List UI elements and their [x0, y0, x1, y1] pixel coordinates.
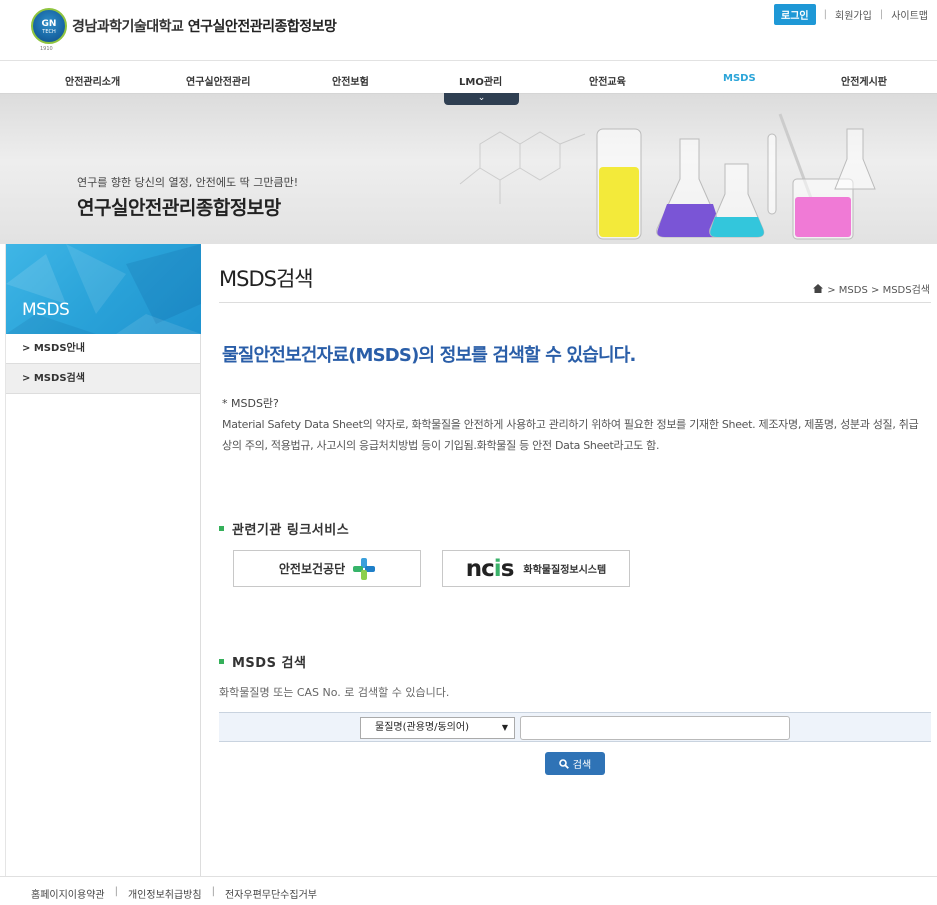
search-icon [558, 758, 569, 769]
search-button-label: 검색 [572, 760, 592, 771]
side-nav-msds-info[interactable]: > MSDS안내 [6, 334, 200, 364]
bullet-icon [219, 526, 224, 531]
side-nav-title: MSDS [22, 300, 70, 320]
visual-slogan: 연구를 향한 당신의 열정, 안전에도 딱 그만큼만! [77, 176, 299, 189]
nav-education[interactable]: 안전교육 [589, 73, 626, 88]
bullet-icon [219, 659, 224, 664]
nav-lmo[interactable]: LMO관리 [459, 73, 502, 88]
logo-year: 1910 [40, 46, 53, 52]
utility-links: 로그인 | 회원가입 | 사이트맵 [774, 4, 928, 25]
home-icon[interactable] [813, 284, 824, 293]
main-visual-banner: 연구를 향한 당신의 열정, 안전에도 딱 그만큼만! 연구실안전관리종합정보망 [0, 94, 937, 244]
separator: | [879, 9, 884, 20]
kosha-label: 안전보건공단 [278, 562, 346, 576]
side-nav-header: MSDS [6, 244, 201, 334]
site-name: 연구실안전관리종합정보망 [187, 19, 337, 35]
footer-links: 홈페이지이용약관 | 개인정보취급방침 | 전자우편무단수집거부 [31, 886, 317, 901]
side-nav-pattern [6, 244, 201, 334]
nav-lab-safety[interactable]: 연구실안전관리 [186, 73, 250, 88]
footer-terms-link[interactable]: 홈페이지이용약관 [31, 886, 105, 901]
university-logo[interactable]: GN TECH [31, 8, 67, 44]
side-navigation: MSDS > MSDS안내 > MSDS검색 [5, 244, 201, 876]
search-heading-text: MSDS 검색 [232, 656, 307, 671]
footer-privacy-link[interactable]: 개인정보취급방침 [128, 886, 202, 901]
links-heading-text: 관련기관 링크서비스 [232, 523, 350, 538]
separator: | [823, 9, 827, 20]
search-bar: 물질명(관용명/동의어) ▼ [219, 712, 931, 742]
chevron-down-icon: ⌄ [477, 93, 486, 103]
title-divider [219, 302, 931, 303]
search-type-select[interactable]: 물질명(관용명/동의어) ▼ [360, 717, 515, 739]
definition-body: Material Safety Data Sheet의 약자로, 화학물질을 안… [222, 418, 919, 452]
search-button[interactable]: 검색 [545, 752, 605, 775]
visual-title: 연구실안전관리종합정보망 [77, 197, 281, 219]
sitemap-link[interactable]: 사이트맵 [891, 7, 928, 22]
ncis-link[interactable]: ncis 화학물질정보시스템 [442, 550, 630, 587]
main-navigation: 안전관리소개 연구실안전관리 안전보험 LMO관리 안전교육 MSDS 안전게시… [0, 60, 937, 94]
nav-msds[interactable]: MSDS [723, 73, 756, 84]
search-help-text: 화학물질명 또는 CAS No. 로 검색할 수 있습니다. [219, 686, 450, 699]
site-header: GN TECH 1910 경남과학기술대학교 연구실안전관리종합정보망 로그인 … [0, 0, 937, 60]
breadcrumb: > MSDS > MSDS검색 [813, 281, 930, 296]
nav-safety-intro[interactable]: 안전관리소개 [65, 73, 120, 88]
molecule-decoration [459, 131, 586, 204]
search-section-heading: MSDS 검색 [219, 652, 306, 671]
logo-text: GN [41, 19, 57, 29]
ncis-logo: ncis [465, 555, 515, 582]
definition-label: * MSDS란? [222, 397, 279, 410]
university-name: 경남과학기술대학교 [72, 19, 184, 35]
intro-heading: 물질안전보건자료(MSDS)의 정보를 검색할 수 있습니다. [222, 345, 636, 366]
links-section-heading: 관련기관 링크서비스 [219, 519, 349, 538]
search-input[interactable] [520, 716, 790, 740]
page-title: MSDS검색 [219, 267, 314, 291]
main-content: MSDS검색 > MSDS > MSDS검색 물질안전보건자료(MSDS)의 정… [201, 244, 937, 876]
dropdown-arrow-icon: ▼ [501, 723, 508, 732]
nav-insurance[interactable]: 안전보험 [332, 73, 369, 88]
lab-glassware-image [596, 113, 876, 240]
kosha-logo-icon [353, 557, 376, 580]
ncis-label: 화학물질정보시스템 [523, 565, 607, 576]
menu-expand-toggle[interactable]: ⌄ [444, 93, 519, 105]
footer-email-policy-link[interactable]: 전자우편무단수집거부 [225, 886, 317, 901]
breadcrumb-path: > MSDS > MSDS검색 [827, 285, 930, 296]
signup-link[interactable]: 회원가입 [835, 7, 872, 22]
kosha-link[interactable]: 안전보건공단 [233, 550, 421, 587]
separator: | [211, 886, 215, 897]
login-button[interactable]: 로그인 [774, 4, 816, 25]
search-type-value: 물질명(관용명/동의어) [375, 722, 469, 733]
separator: | [114, 886, 118, 897]
nav-board[interactable]: 안전게시판 [841, 73, 887, 88]
logo-subtext: TECH [42, 29, 56, 35]
site-title[interactable]: 경남과학기술대학교 연구실안전관리종합정보망 [72, 16, 337, 36]
side-nav-msds-search[interactable]: > MSDS검색 [6, 364, 200, 394]
site-footer: 홈페이지이용약관 | 개인정보취급방침 | 전자우편무단수집거부 [0, 876, 937, 905]
